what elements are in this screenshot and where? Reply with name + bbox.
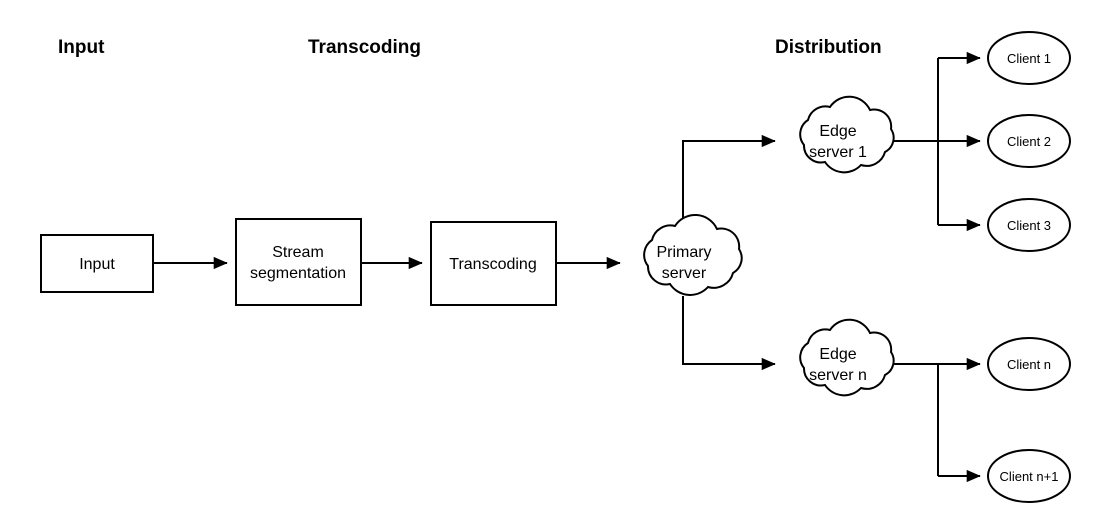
ellipse-client-n-label: Client n bbox=[1007, 357, 1051, 372]
box-stream-segmentation-label-line1: Stream bbox=[272, 244, 324, 261]
box-input-label: Input bbox=[79, 256, 115, 273]
ellipse-client-2-label: Client 2 bbox=[1007, 134, 1051, 149]
box-input[interactable]: Input bbox=[40, 234, 154, 293]
cloud-edge-server-1-label-line1: Edge bbox=[819, 123, 856, 140]
box-transcoding-label: Transcoding bbox=[449, 256, 536, 273]
cloud-edge-server-1-label-line2: server 1 bbox=[809, 144, 867, 161]
box-transcoding[interactable]: Transcoding bbox=[430, 221, 557, 306]
stage-header-distribution: Distribution bbox=[775, 37, 882, 58]
ellipse-client-1[interactable]: Client 1 bbox=[987, 31, 1071, 85]
connector-primary-server-to-edge-server-n bbox=[682, 296, 776, 371]
ellipse-client-n-plus-1-label: Client n+1 bbox=[1000, 469, 1059, 484]
cloud-edge-server-n-label-line1: Edge bbox=[819, 346, 856, 363]
ellipse-client-1-label: Client 1 bbox=[1007, 51, 1051, 66]
cloud-edge-server-n-label-line2: server n bbox=[809, 367, 867, 384]
box-stream-segmentation[interactable]: Stream segmentation bbox=[235, 218, 362, 306]
ellipse-client-n-plus-1[interactable]: Client n+1 bbox=[987, 449, 1071, 503]
diagram-canvas: Input Transcoding Distribution Input Str… bbox=[0, 0, 1100, 532]
ellipse-client-3[interactable]: Client 3 bbox=[987, 198, 1071, 252]
ellipse-client-3-label: Client 3 bbox=[1007, 218, 1051, 233]
cloud-primary-server-label-line2: server bbox=[662, 265, 707, 282]
pipeline-diagram: Input Transcoding Distribution Input Str… bbox=[40, 31, 1071, 503]
cloud-primary-server[interactable]: Primary server bbox=[643, 213, 743, 296]
stage-header-transcoding: Transcoding bbox=[308, 37, 421, 58]
stage-header-input: Input bbox=[58, 37, 105, 58]
ellipse-client-n[interactable]: Client n bbox=[987, 337, 1071, 391]
box-stream-segmentation-label-line2: segmentation bbox=[250, 265, 346, 282]
cloud-primary-server-label-line1: Primary bbox=[656, 244, 711, 261]
cloud-edge-server-n[interactable]: Edge server n bbox=[799, 318, 895, 397]
box-stream-segmentation-shape bbox=[235, 218, 362, 306]
cloud-edge-server-1[interactable]: Edge server 1 bbox=[799, 95, 895, 174]
ellipse-client-2[interactable]: Client 2 bbox=[987, 114, 1071, 168]
